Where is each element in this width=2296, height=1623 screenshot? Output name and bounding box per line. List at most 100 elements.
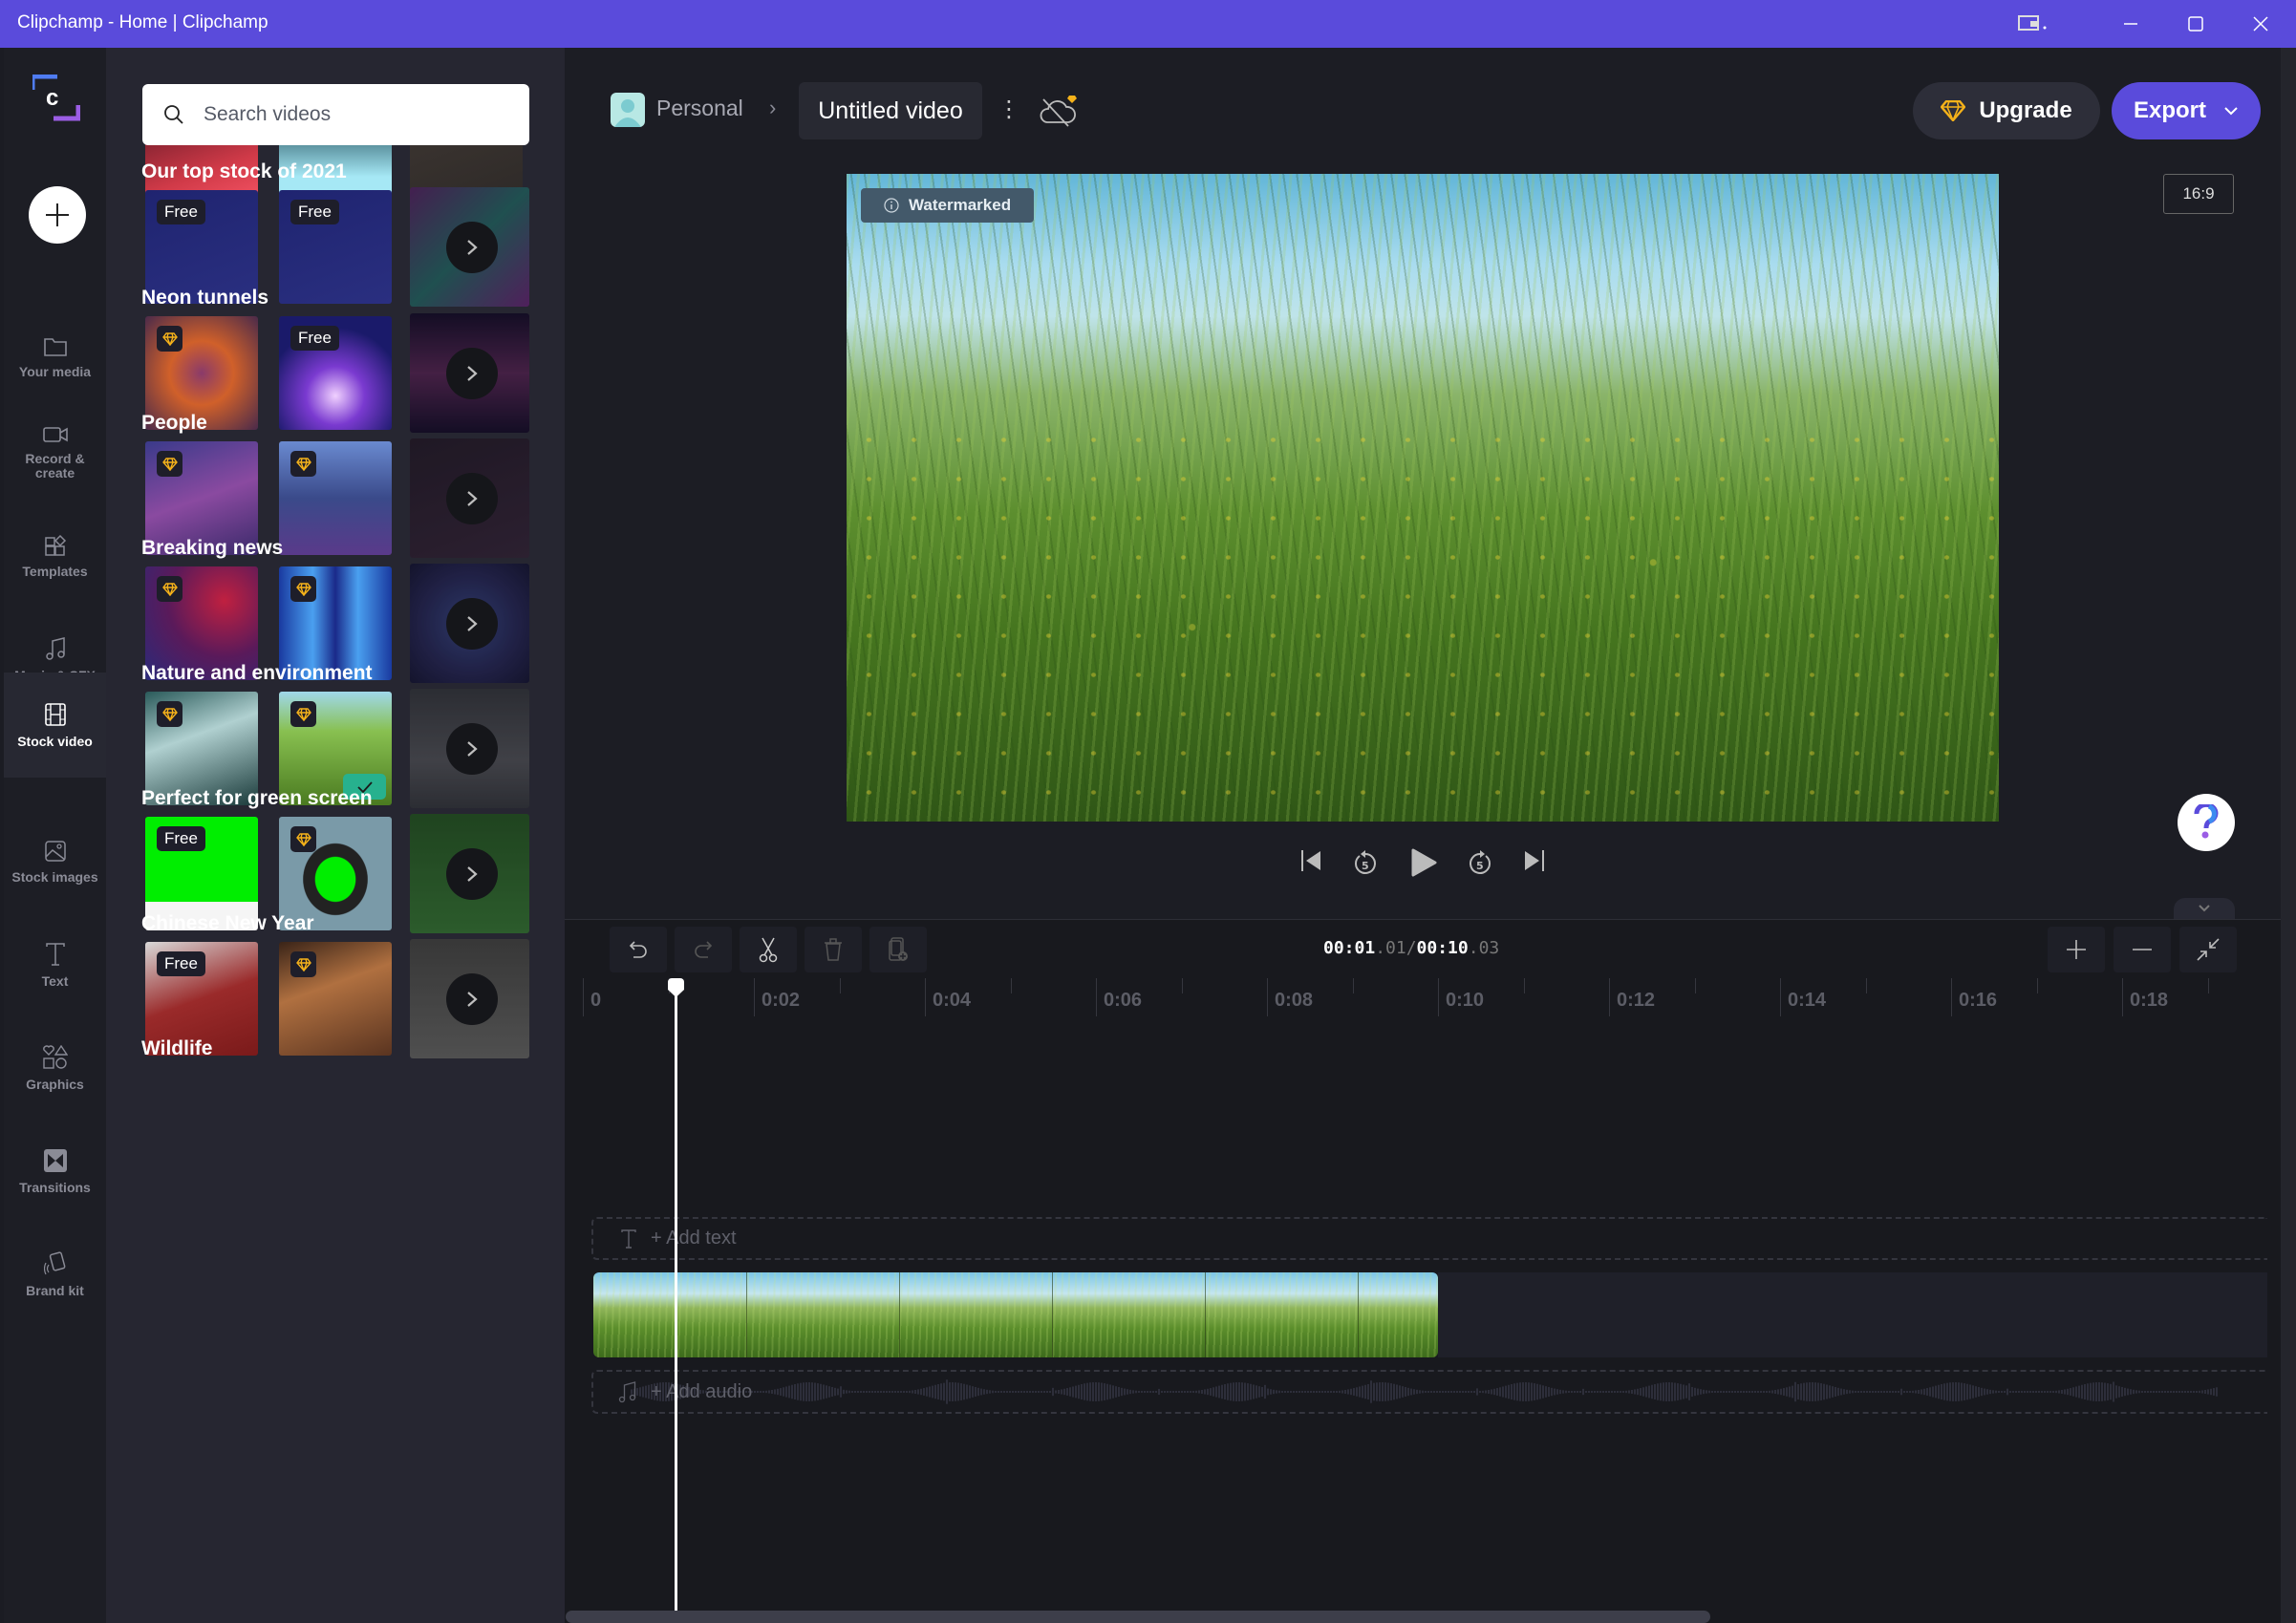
see-more-thumbnail[interactable] (410, 939, 529, 1058)
workspace-avatar[interactable] (611, 93, 645, 127)
sidebar-item-stock-video[interactable]: Stock video (4, 673, 106, 778)
see-more-button[interactable] (446, 973, 498, 1025)
breadcrumb-chevron-icon: › (769, 96, 777, 119)
see-more-thumbnail[interactable] (410, 564, 529, 683)
see-more-thumbnail[interactable] (410, 438, 529, 558)
ruler-tick-minor (1865, 978, 1867, 993)
text-track[interactable]: + Add text (591, 1217, 2267, 1260)
video-thumbnail[interactable]: Free (279, 190, 392, 304)
chevron-right-icon (467, 240, 478, 255)
close-button[interactable] (2232, 8, 2289, 40)
sidebar-item-brand-kit[interactable]: Brand kit (4, 1223, 106, 1326)
aspect-ratio-button[interactable]: 16:9 (2163, 174, 2234, 214)
see-more-thumbnail[interactable] (410, 814, 529, 933)
more-options-icon[interactable]: ⋮ (998, 96, 1020, 123)
chevron-right-icon (467, 992, 478, 1007)
see-more-button[interactable] (446, 222, 498, 273)
video-thumbnail[interactable] (279, 441, 392, 555)
premium-diamond-icon (290, 701, 316, 727)
split-button[interactable] (740, 927, 797, 972)
forward-5-icon: 5 (1470, 850, 1491, 874)
project-title[interactable]: Untitled video (799, 82, 982, 139)
ruler-label: 0:14 (1788, 990, 1827, 1011)
free-badge: Free (157, 826, 205, 851)
see-more-thumbnail[interactable] (410, 689, 529, 808)
duplicate-button[interactable] (869, 927, 927, 972)
see-more-thumbnail[interactable] (410, 313, 529, 433)
forward-5s-button[interactable]: 5 (1466, 848, 1494, 882)
skip-forward-icon (1525, 850, 1544, 871)
ruler-tick-minor (2036, 978, 2038, 993)
sidebar-item-templates[interactable]: Templates (4, 504, 106, 608)
see-more-button[interactable] (446, 723, 498, 775)
timeline-horizontal-scrollbar[interactable] (566, 1611, 1710, 1623)
ruler-label: 0 (590, 990, 602, 1011)
sidebar-item-transitions[interactable]: Transitions (4, 1120, 106, 1223)
sidebar-item-graphics[interactable]: Graphics (4, 1016, 106, 1120)
zoom-out-button[interactable] (2114, 927, 2171, 972)
add-text-label: + Add text (651, 1228, 737, 1249)
video-track-empty (1438, 1272, 2267, 1357)
search-input[interactable] (204, 103, 490, 126)
folder-icon (43, 337, 67, 356)
sidebar-item-stock-images[interactable]: Stock images (4, 810, 106, 913)
cloud-sync-off-icon[interactable] (1040, 94, 1080, 133)
rewind-5s-button[interactable]: 5 (1351, 848, 1380, 882)
video-preview[interactable]: Watermarked (847, 174, 1999, 822)
sidebar-item-text[interactable]: Text (4, 913, 106, 1016)
breadcrumb-workspace[interactable]: Personal (656, 96, 743, 121)
premium-diamond-icon (157, 576, 182, 602)
video-thumbnail[interactable] (279, 942, 392, 1056)
timeline-ruler[interactable]: 0 0:02 0:04 0:06 0:08 0:10 0:12 0:14 0:16 0:18 (583, 978, 2264, 1016)
ruler-tick-minor (2207, 978, 2209, 993)
see-more-button[interactable] (446, 598, 498, 650)
transitions-icon (43, 1148, 67, 1172)
film-icon (44, 702, 66, 726)
undo-icon (629, 941, 647, 958)
ruler-tick (1267, 978, 1268, 1016)
upgrade-button[interactable]: Upgrade (1913, 82, 2100, 139)
category-title: Breaking news (141, 537, 284, 559)
sidebar-item-your-media[interactable]: Your media (4, 306, 106, 409)
plus-icon (46, 203, 69, 226)
help-button[interactable] (2178, 794, 2235, 851)
playhead-line (675, 978, 677, 1623)
export-button[interactable]: Export (2112, 82, 2261, 139)
see-more-button[interactable] (446, 848, 498, 900)
minimize-button[interactable] (2102, 8, 2159, 40)
cast-icon[interactable] (2005, 8, 2062, 40)
audio-track[interactable]: + Add audio (591, 1370, 2267, 1414)
video-thumbnail[interactable]: Free (279, 316, 392, 430)
ruler-label: 0:04 (933, 990, 972, 1011)
toggle-timeline-button[interactable] (2174, 898, 2235, 919)
category-title: People (141, 412, 207, 434)
see-more-thumbnail[interactable] (410, 187, 529, 307)
play-button[interactable] (1410, 848, 1437, 882)
sidebar-item-record-create[interactable]: Record & create (4, 401, 106, 504)
watermark-badge[interactable]: Watermarked (861, 188, 1035, 223)
ruler-tick (925, 978, 926, 1016)
delete-button[interactable] (805, 927, 862, 972)
premium-diamond-icon (157, 701, 182, 727)
fit-timeline-button[interactable] (2179, 927, 2237, 972)
premium-diamond-icon (290, 576, 316, 602)
clipchamp-logo[interactable]: c (30, 74, 81, 122)
see-more-button[interactable] (446, 473, 498, 524)
skip-to-end-button[interactable] (1523, 848, 1546, 878)
svg-text:5: 5 (1362, 860, 1369, 872)
redo-button[interactable] (675, 927, 732, 972)
maximize-button[interactable] (2167, 8, 2224, 40)
ruler-label: 0:06 (1104, 990, 1143, 1011)
chevron-right-icon (467, 366, 478, 381)
video-clip[interactable] (593, 1272, 1438, 1357)
collapse-arrows-icon (2197, 938, 2220, 961)
create-new-button[interactable] (29, 186, 86, 244)
undo-button[interactable] (610, 927, 667, 972)
skip-to-start-button[interactable] (1299, 848, 1322, 878)
music-icon (618, 1381, 636, 1403)
minus-icon (2133, 949, 2152, 950)
see-more-button[interactable] (446, 348, 498, 399)
zoom-in-button[interactable] (2048, 927, 2105, 972)
ruler-label: 0:10 (1446, 990, 1485, 1011)
rewind-5-icon: 5 (1355, 850, 1376, 874)
